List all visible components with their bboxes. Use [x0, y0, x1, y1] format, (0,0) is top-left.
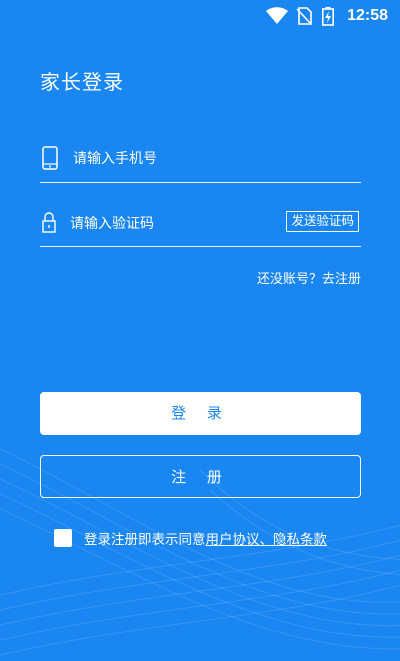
agreement-checkbox[interactable] — [54, 529, 72, 547]
send-code-button[interactable]: 发送验证码 — [286, 211, 359, 232]
register-button[interactable]: 注 册 — [40, 455, 361, 498]
phone-icon — [42, 146, 58, 174]
battery-charging-icon — [322, 7, 334, 30]
code-input[interactable]: 请输入验证码 — [70, 213, 154, 233]
wifi-icon — [266, 7, 288, 29]
background-wave-pattern — [0, 448, 400, 656]
no-sim-icon — [296, 7, 312, 29]
code-field[interactable]: 请输入验证码 发送验证码 — [40, 200, 361, 247]
phone-field[interactable]: 请输入手机号 — [40, 136, 361, 183]
status-time: 12:58 — [347, 7, 388, 24]
phone-input[interactable]: 请输入手机号 — [73, 148, 157, 168]
agreement-link[interactable]: 用户协议、隐私条款 — [206, 532, 328, 548]
login-button[interactable]: 登 录 — [40, 392, 361, 435]
page-title: 家长登录 — [40, 70, 124, 94]
lock-icon — [42, 210, 56, 238]
status-bar: 12:58 — [0, 0, 400, 32]
agreement-prefix: 登录注册即表示同意 — [84, 532, 206, 548]
go-register-link[interactable]: 还没账号？去注册 — [257, 268, 361, 287]
agreement-text: 登录注册即表示同意用户协议、隐私条款 — [84, 528, 327, 548]
